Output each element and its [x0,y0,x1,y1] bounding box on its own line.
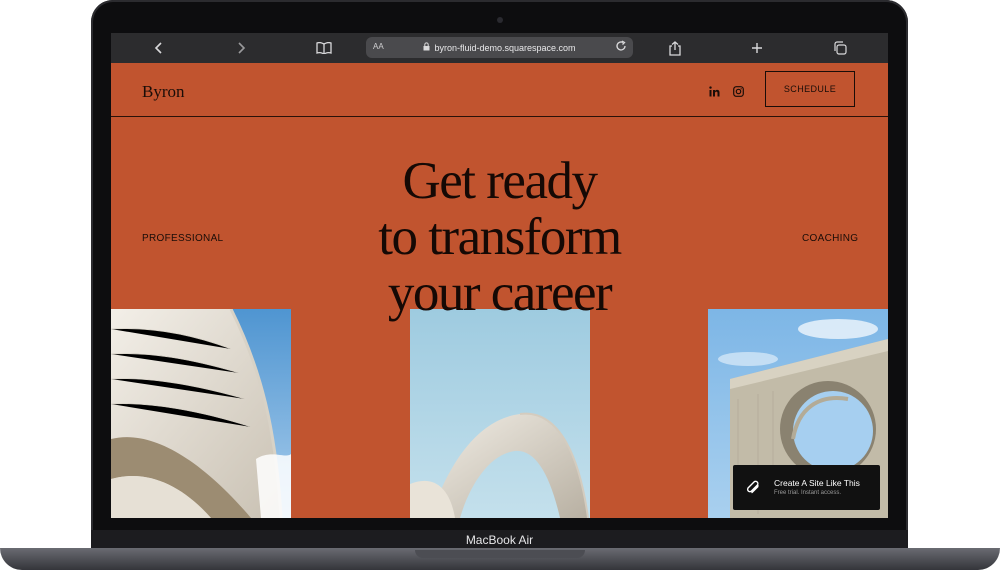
headline-line-1: Get ready [402,152,598,210]
create-site-badge[interactable]: Create A Site Like This Free trial. Inst… [733,465,880,510]
architecture-photo-2 [410,309,590,518]
address-bar[interactable]: AA byron-fluid-demo.squarespace.com [366,37,633,58]
schedule-button[interactable]: SCHEDULE [765,71,855,107]
browser-toolbar: AA byron-fluid-demo.squarespace.com [111,33,888,63]
bookmarks-icon[interactable] [313,37,335,59]
site-logo[interactable]: Byron [142,82,185,102]
linkedin-icon[interactable] [709,84,720,98]
device-brand: MacBook Air [465,533,534,547]
coaching-label: COACHING [802,233,859,244]
text-size-button[interactable]: AA [373,42,384,51]
forward-icon[interactable] [230,37,252,59]
reload-icon[interactable] [615,40,627,54]
professional-label: PROFESSIONAL [142,233,224,244]
share-icon[interactable] [664,37,686,59]
badge-subtitle: Free trial. Instant access. [774,490,842,496]
laptop-notch [415,550,585,558]
instagram-icon[interactable] [733,84,744,98]
tabs-overview-icon[interactable] [829,37,851,59]
camera [497,17,503,23]
headline-line-3: your career [387,264,613,322]
laptop-hinge: MacBook Air [91,530,908,550]
architecture-photo-1 [111,309,291,518]
url-text: byron-fluid-demo.squarespace.com [434,42,576,53]
badge-title: Create A Site Like This [774,478,860,488]
screen: AA byron-fluid-demo.squarespace.com Byro… [111,33,888,518]
back-icon[interactable] [148,37,170,59]
new-tab-icon[interactable] [746,37,768,59]
lock-icon [423,42,430,53]
site-header: Byron SCHEDULE [111,63,888,117]
squarespace-logo-icon [745,479,761,500]
headline-line-2: to transform [378,208,622,266]
hero-headline: Get ready to transform your career [321,153,678,321]
